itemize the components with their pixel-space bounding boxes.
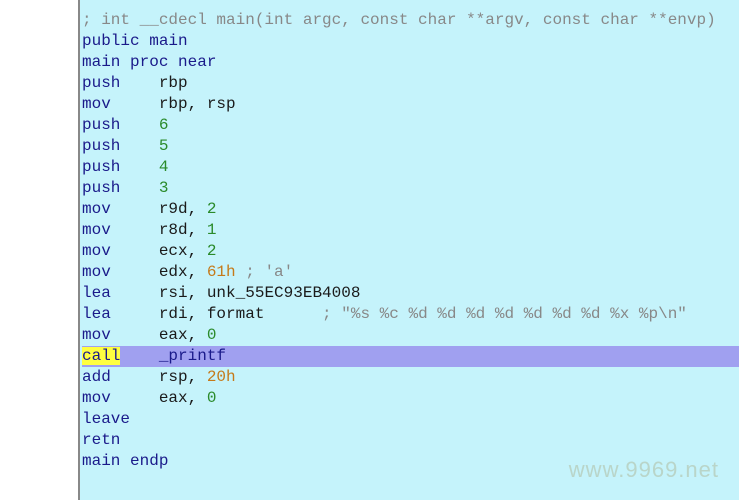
public-decl: public main: [82, 31, 739, 52]
instruction-list: push rbpmov rbp, rsppush 6push 5push 4pu…: [82, 73, 739, 451]
instruction-line[interactable]: mov eax, 0: [82, 325, 739, 346]
instruction-line[interactable]: push 3: [82, 178, 739, 199]
instruction-line[interactable]: mov r9d, 2: [82, 199, 739, 220]
instruction-line[interactable]: push 5: [82, 136, 739, 157]
instruction-line[interactable]: mov ecx, 2: [82, 241, 739, 262]
instruction-line[interactable]: mov edx, 61h ; 'a': [82, 262, 739, 283]
instruction-line[interactable]: mov rbp, rsp: [82, 94, 739, 115]
instruction-line[interactable]: call _printf: [82, 346, 739, 367]
instruction-line[interactable]: add rsp, 20h: [82, 367, 739, 388]
instruction-line[interactable]: mov r8d, 1: [82, 220, 739, 241]
code-area[interactable]: ; int __cdecl main(int argc, const char …: [80, 0, 739, 500]
instruction-line[interactable]: push 4: [82, 157, 739, 178]
instruction-line[interactable]: retn: [82, 430, 739, 451]
signature-comment: ; int __cdecl main(int argc, const char …: [82, 10, 739, 31]
disassembly-view: ; int __cdecl main(int argc, const char …: [0, 0, 739, 500]
instruction-line[interactable]: push rbp: [82, 73, 739, 94]
instruction-line[interactable]: push 6: [82, 115, 739, 136]
instruction-line[interactable]: mov eax, 0: [82, 388, 739, 409]
gutter: [0, 0, 80, 500]
instruction-line[interactable]: lea rdi, format ; "%s %c %d %d %d %d %d …: [82, 304, 739, 325]
proc-end: main endp: [82, 451, 739, 472]
proc-start: main proc near: [82, 52, 739, 73]
instruction-line[interactable]: leave: [82, 409, 739, 430]
instruction-line[interactable]: lea rsi, unk_55EC93EB4008: [82, 283, 739, 304]
